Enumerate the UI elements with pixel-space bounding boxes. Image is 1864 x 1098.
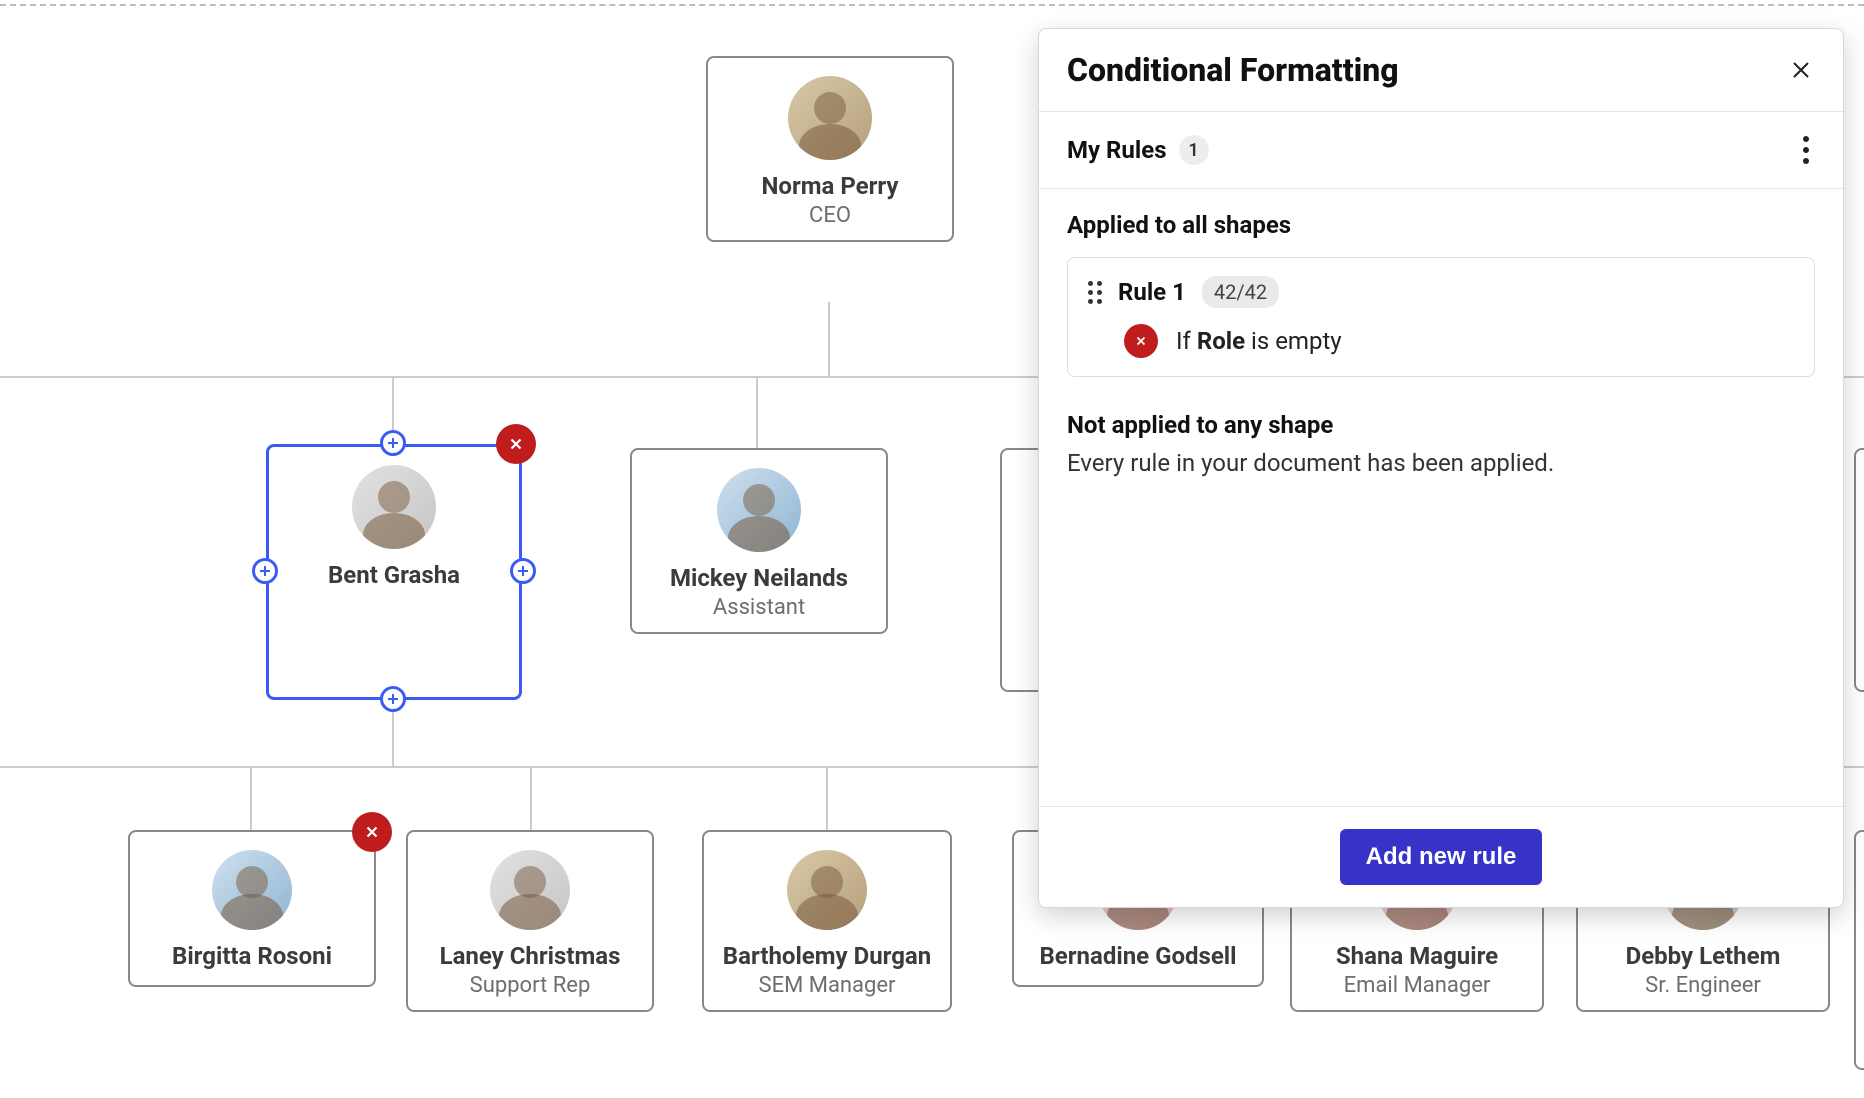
add-connection-handle[interactable]	[380, 430, 406, 456]
avatar	[787, 850, 867, 930]
org-node-ceo[interactable]: Norma Perry CEO	[706, 56, 954, 242]
node-role: SEM Manager	[759, 973, 896, 998]
conditional-formatting-panel: Conditional Formatting My Rules 1 Applie…	[1038, 28, 1844, 908]
my-rules-label: My Rules 1	[1067, 135, 1209, 165]
org-node-partial[interactable]	[1854, 830, 1864, 1070]
node-name: Bartholemy Durgan	[723, 942, 931, 971]
node-role: CEO	[809, 203, 851, 228]
my-rules-text: My Rules	[1067, 136, 1167, 164]
avatar	[490, 850, 570, 930]
rule-card[interactable]: Rule 1 42/42 If Role is empty	[1067, 257, 1815, 377]
avatar	[717, 468, 801, 552]
error-badge-icon[interactable]	[496, 424, 536, 464]
page-boundary-line	[0, 4, 1864, 6]
add-connection-handle[interactable]	[380, 686, 406, 712]
rule-name: Rule 1	[1118, 278, 1186, 306]
connector	[826, 766, 828, 830]
cond-field: Role	[1197, 327, 1245, 355]
add-connection-handle[interactable]	[510, 558, 536, 584]
not-applied-heading: Not applied to any shape	[1067, 411, 1815, 439]
applied-heading: Applied to all shapes	[1067, 211, 1815, 239]
panel-body: Applied to all shapes Rule 1 42/42 If Ro…	[1039, 189, 1843, 806]
org-node-laney[interactable]: Laney Christmas Support Rep	[406, 830, 654, 1012]
panel-header: Conditional Formatting	[1039, 29, 1843, 112]
node-name: Birgitta Rosoni	[172, 942, 332, 971]
node-name: Shana Maguire	[1336, 942, 1498, 971]
error-badge-icon[interactable]	[352, 812, 392, 852]
more-menu-button[interactable]	[1797, 130, 1815, 170]
cond-prefix: If	[1176, 327, 1197, 355]
panel-title: Conditional Formatting	[1067, 51, 1399, 89]
node-name: Bernadine Godsell	[1039, 942, 1236, 971]
rules-count-badge: 1	[1179, 135, 1209, 165]
org-node-bent-grasha[interactable]: Bent Grasha	[266, 444, 522, 700]
connector	[756, 376, 758, 448]
panel-footer: Add new rule	[1039, 806, 1843, 907]
node-name: Mickey Neilands	[670, 564, 848, 593]
connector	[828, 302, 830, 378]
avatar	[788, 76, 872, 160]
node-name: Bent Grasha	[328, 561, 460, 590]
cond-suffix: is empty	[1245, 327, 1342, 355]
drag-handle-icon[interactable]	[1088, 281, 1102, 304]
add-connection-handle[interactable]	[252, 558, 278, 584]
node-role: Assistant	[713, 595, 805, 620]
rule-match-count: 42/42	[1202, 276, 1279, 308]
rule-effect-icon	[1124, 324, 1158, 358]
avatar	[212, 850, 292, 930]
connector	[250, 766, 252, 830]
node-role: Email Manager	[1344, 973, 1491, 998]
not-applied-subtext: Every rule in your document has been app…	[1067, 449, 1815, 477]
org-node-bartholemy[interactable]: Bartholemy Durgan SEM Manager	[702, 830, 952, 1012]
add-rule-button[interactable]: Add new rule	[1340, 829, 1543, 885]
org-node-partial[interactable]	[1854, 448, 1864, 692]
close-button[interactable]	[1787, 56, 1815, 84]
rule-condition-text: If Role is empty	[1176, 327, 1342, 355]
avatar	[352, 465, 436, 549]
node-name: Debby Lethem	[1626, 942, 1781, 971]
node-name: Laney Christmas	[440, 942, 621, 971]
org-node-birgitta[interactable]: Birgitta Rosoni	[128, 830, 376, 987]
rule-header-row: Rule 1 42/42	[1088, 276, 1794, 308]
node-name: Norma Perry	[761, 172, 898, 201]
node-role: Sr. Engineer	[1645, 973, 1761, 998]
node-role: Support Rep	[470, 973, 591, 998]
connector	[530, 766, 532, 830]
rule-condition-row: If Role is empty	[1088, 324, 1794, 358]
panel-subheader: My Rules 1	[1039, 112, 1843, 189]
org-node-mickey-neilands[interactable]: Mickey Neilands Assistant	[630, 448, 888, 634]
